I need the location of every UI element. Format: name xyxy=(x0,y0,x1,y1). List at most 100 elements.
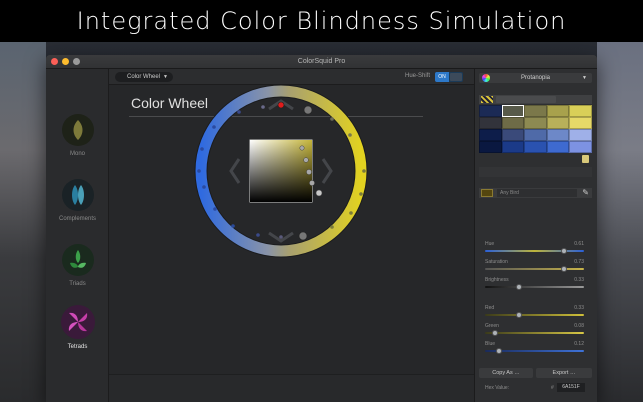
panel-divider xyxy=(479,167,592,177)
nav-left-icon xyxy=(229,158,241,184)
swatch-cell[interactable] xyxy=(524,129,547,141)
main-status-bar xyxy=(109,374,474,402)
color-sliders: Hue 0.61 Saturation 0.73 Brightness 0.33 Red 0.… xyxy=(479,209,592,379)
selected-hue-marker xyxy=(277,101,285,109)
slider-value: 0.73 xyxy=(574,259,584,265)
title-bar: ColorSquid Pro xyxy=(46,55,597,69)
swatch-cell[interactable] xyxy=(479,105,502,117)
swatch-cell[interactable] xyxy=(569,129,592,141)
promo-banner: Integrated Color Blindness Simulation xyxy=(0,0,643,42)
swatch-cell[interactable] xyxy=(546,141,570,153)
slider-brightness[interactable]: Brightness 0.33 xyxy=(479,277,592,292)
triads-leaf-icon xyxy=(61,244,94,276)
slider-thumb[interactable] xyxy=(492,330,499,336)
swatch-cell[interactable] xyxy=(479,117,502,129)
swatch-cell[interactable] xyxy=(546,105,570,117)
swatch-cell[interactable] xyxy=(569,141,592,153)
banner-text: Integrated Color Blindness Simulation xyxy=(76,7,567,35)
swatch-cell[interactable] xyxy=(524,117,547,129)
slider-track[interactable] xyxy=(485,250,584,252)
zoom-button[interactable] xyxy=(73,58,80,65)
slider-track[interactable] xyxy=(485,286,584,288)
sidebar-item-complements[interactable]: Complements xyxy=(46,179,109,222)
main-content: Color Wheel ▼ Hue-Shift ON Color Wheel xyxy=(109,69,474,402)
mono-leaf-icon xyxy=(61,114,94,146)
swatch-cell[interactable] xyxy=(569,105,592,117)
copy-as-button[interactable]: Copy As … xyxy=(479,368,533,378)
slider-thumb[interactable] xyxy=(515,312,522,318)
slider-label: Red xyxy=(485,305,495,311)
palette-icon[interactable] xyxy=(481,96,493,103)
swatch-cell[interactable] xyxy=(546,129,570,141)
swatch-cell[interactable] xyxy=(569,117,592,129)
slider-red[interactable]: Red 0.33 xyxy=(479,305,592,320)
swatch-cell[interactable] xyxy=(501,105,525,117)
current-color-swatch xyxy=(481,189,493,197)
desktop-background-right xyxy=(597,42,643,402)
color-blindness-select[interactable]: Protanopia ▼ xyxy=(479,73,592,83)
swatch-toolbar xyxy=(479,95,592,104)
color-blindness-value: Protanopia xyxy=(520,75,551,81)
slider-track[interactable] xyxy=(485,268,584,270)
sidebar-item-label: Complements xyxy=(58,216,96,222)
tetrads-leaf-icon xyxy=(60,305,95,339)
swatch-cell[interactable] xyxy=(479,141,502,153)
hex-input[interactable]: 6A151F xyxy=(557,383,585,392)
swatch-grid[interactable] xyxy=(479,105,592,153)
slider-hue[interactable]: Hue 0.61 xyxy=(479,241,592,256)
slider-thumb[interactable] xyxy=(515,284,522,290)
slider-label: Green xyxy=(485,323,499,329)
sidebar-item-label: Triads xyxy=(69,281,86,287)
hex-hash: # xyxy=(551,385,554,391)
lock-icon[interactable] xyxy=(582,155,589,163)
window-title: ColorSquid Pro xyxy=(297,58,346,65)
close-button[interactable] xyxy=(51,58,58,65)
slider-label: Blue xyxy=(485,341,496,347)
color-name-row: Any Bird ✎ xyxy=(479,188,592,198)
slider-thumb[interactable] xyxy=(561,266,568,272)
swatch-cell[interactable] xyxy=(479,129,502,141)
color-wheel[interactable] xyxy=(109,69,474,374)
swatch-cell[interactable] xyxy=(501,117,525,129)
slider-value: 0.08 xyxy=(574,323,584,329)
swatch-cell[interactable] xyxy=(501,141,525,153)
slider-value: 0.61 xyxy=(574,241,584,247)
desktop-background-left xyxy=(0,42,46,402)
swatch-cell[interactable] xyxy=(501,129,525,141)
copy-as-label: Copy As xyxy=(492,370,513,376)
slider-label: Hue xyxy=(485,241,495,247)
slider-green[interactable]: Green 0.08 xyxy=(479,323,592,338)
app-window: ColorSquid Pro Mono Complements Triads T… xyxy=(46,55,597,402)
sidebar-item-label: Tetrads xyxy=(67,344,88,350)
swatch-cell[interactable] xyxy=(546,117,570,129)
slider-label: Saturation xyxy=(485,259,508,265)
chevron-down-icon: ▼ xyxy=(582,75,587,81)
slider-saturation[interactable]: Saturation 0.73 xyxy=(479,259,592,274)
eyedropper-icon[interactable]: ✎ xyxy=(582,188,589,198)
slider-track[interactable] xyxy=(485,332,584,334)
color-name-input[interactable]: Any Bird xyxy=(497,189,577,197)
hex-label: Hex Value: xyxy=(485,385,510,391)
sidebar-item-label: Mono xyxy=(69,151,85,157)
complements-leaf-icon xyxy=(61,179,94,211)
slider-thumb[interactable] xyxy=(561,248,568,254)
swatch-cell[interactable] xyxy=(524,105,547,117)
minimize-button[interactable] xyxy=(62,58,69,65)
sidebar-item-tetrads[interactable]: Tetrads xyxy=(46,305,109,350)
slider-blue[interactable]: Blue 0.12 xyxy=(479,341,592,356)
nav-right-icon xyxy=(321,158,333,184)
inspector-panel: Protanopia ▼ Any Bird ✎ Hue 0.61 Saturatio… xyxy=(474,69,597,402)
slider-value: 0.33 xyxy=(574,305,584,311)
scheme-sidebar: Mono Complements Triads Tetrads xyxy=(46,69,109,402)
swatch-cell[interactable] xyxy=(524,141,547,153)
sidebar-item-triads[interactable]: Triads xyxy=(46,244,109,287)
slider-track[interactable] xyxy=(485,314,584,316)
hex-row: Hex Value: # 6A151F xyxy=(479,383,592,393)
export-button[interactable]: Export … xyxy=(536,368,592,378)
export-label: Export xyxy=(552,370,569,376)
slider-value: 0.33 xyxy=(574,277,584,283)
sidebar-item-mono[interactable]: Mono xyxy=(46,114,109,157)
window-controls xyxy=(51,58,80,65)
swatch-search[interactable] xyxy=(496,96,556,103)
slider-thumb[interactable] xyxy=(496,348,503,354)
